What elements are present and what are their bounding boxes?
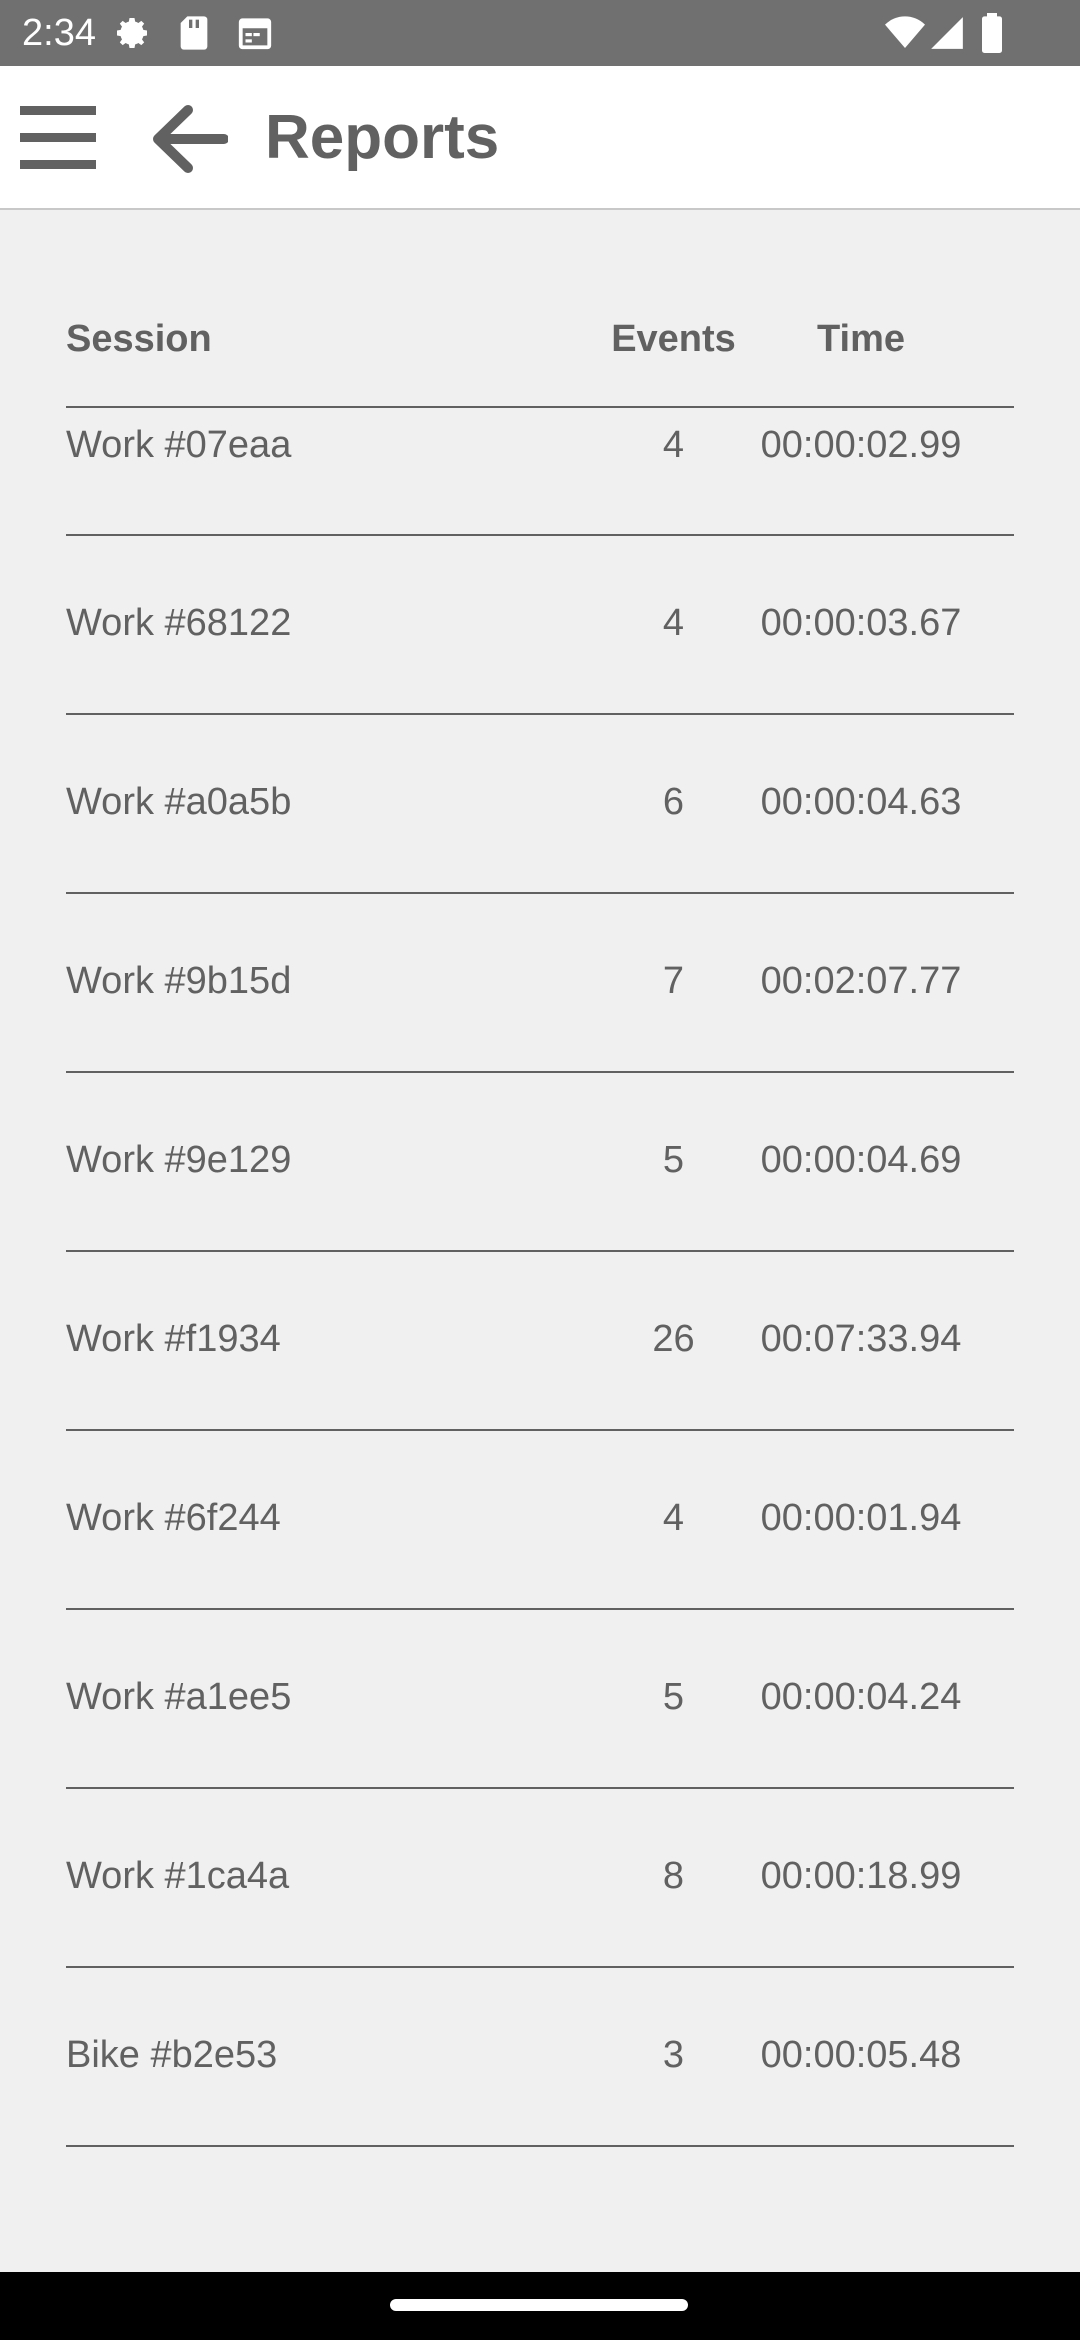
table-row[interactable]: Work #a1ee5 5 00:00:04.24: [66, 1610, 1014, 1789]
session-cell: Work #6f244: [66, 1497, 281, 1539]
session-cell: Bike #b2e53: [66, 2034, 278, 2076]
settings-icon: [112, 13, 152, 58]
sd-card-icon: [176, 13, 212, 58]
time-cell: 00:00:18.99: [760, 1855, 962, 1897]
session-cell: Work #1ca4a: [66, 1855, 290, 1897]
session-cell: Work #07eaa: [66, 424, 292, 466]
session-cell: Work #68122: [66, 602, 292, 644]
app-bar: Reports: [0, 66, 1080, 210]
table-row[interactable]: Bike #b2e53 3 00:00:05.48: [66, 1968, 1014, 2147]
header-session: Session: [66, 318, 212, 360]
battery-icon: [980, 13, 1004, 58]
time-cell: 00:00:05.48: [760, 2034, 962, 2076]
session-cell: Work #9b15d: [66, 960, 292, 1002]
page-title: Reports: [265, 103, 500, 172]
table-row[interactable]: Work #68122 4 00:00:03.67: [66, 536, 1014, 715]
time-cell: 00:02:07.77: [760, 960, 962, 1002]
home-gesture-handle[interactable]: [390, 2299, 688, 2311]
wifi-icon: [884, 13, 926, 58]
session-cell: Work #f1934: [66, 1318, 281, 1360]
table-row[interactable]: Work #1ca4a 8 00:00:18.99: [66, 1789, 1014, 1968]
time-cell: 00:00:03.67: [760, 602, 962, 644]
session-cell: Work #a0a5b: [66, 781, 292, 823]
time-cell: 00:00:04.24: [760, 1676, 962, 1718]
calendar-icon: [236, 13, 274, 58]
table-header: Session Events Time: [66, 268, 1014, 408]
table-row[interactable]: Work #a0a5b 6 00:00:04.63: [66, 715, 1014, 894]
table-row[interactable]: Work #6f244 4 00:00:01.94: [66, 1431, 1014, 1610]
status-bar: 2:34: [0, 0, 1080, 66]
table-row[interactable]: Work #f1934 26 00:07:33.94: [66, 1252, 1014, 1431]
time-cell: 00:00:02.99: [760, 424, 962, 466]
arrow-back-icon[interactable]: [150, 102, 229, 176]
session-cell: Work #a1ee5: [66, 1676, 292, 1718]
time-cell: 00:00:04.63: [760, 781, 962, 823]
cell-signal-icon: [928, 13, 966, 58]
time-cell: 00:00:01.94: [760, 1497, 962, 1539]
table-row[interactable]: Work #9b15d 7 00:02:07.77: [66, 894, 1014, 1073]
time-cell: 00:07:33.94: [760, 1318, 962, 1360]
time-cell: 00:00:04.69: [760, 1139, 962, 1181]
navigation-bar: [0, 2272, 1080, 2340]
reports-table: Session Events Time Work #07eaa 4 00:00:…: [66, 268, 1014, 2147]
table-row[interactable]: Work #07eaa 4 00:00:02.99: [66, 408, 1014, 536]
status-time: 2:34: [22, 12, 96, 54]
session-cell: Work #9e129: [66, 1139, 292, 1181]
table-row[interactable]: Work #9e129 5 00:00:04.69: [66, 1073, 1014, 1252]
hamburger-menu-icon[interactable]: [20, 104, 96, 172]
header-time: Time: [816, 318, 905, 360]
